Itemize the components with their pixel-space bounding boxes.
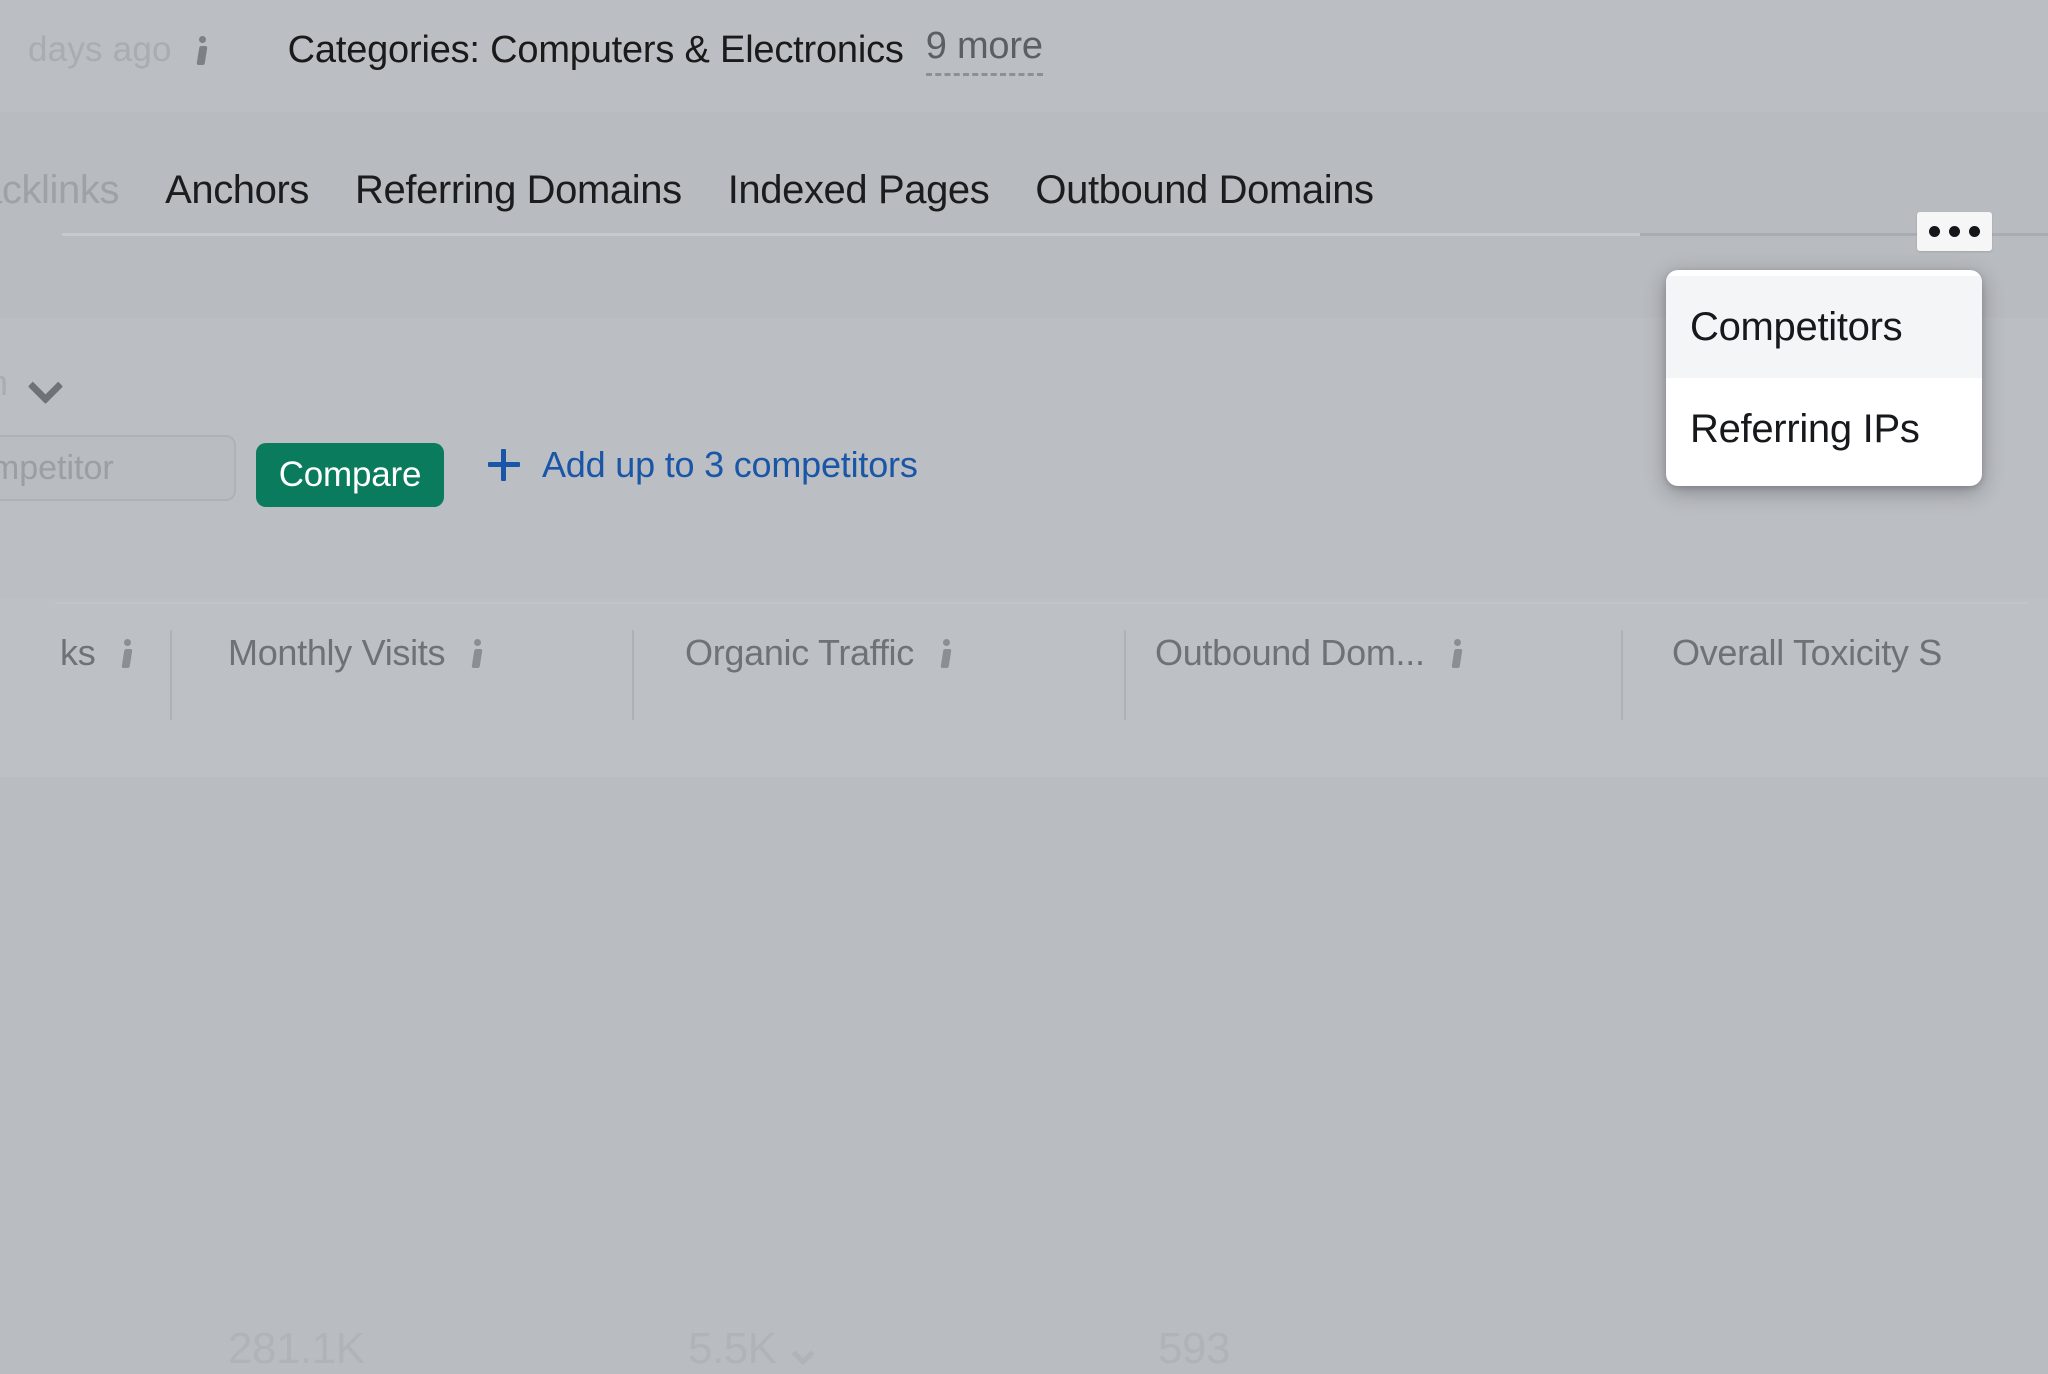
menu-item-referring-ips[interactable]: Referring IPs xyxy=(1666,378,1982,480)
tabs-overflow-menu: Competitors Referring IPs xyxy=(1666,270,1982,486)
page-root: days ago Categories: Computers & Electro… xyxy=(0,0,2048,1373)
column-header-overall-toxicity-label: Overall Toxicity S xyxy=(1672,632,1943,673)
report-tabs: acklinks Anchors Referring Domains Index… xyxy=(0,148,2048,234)
ellipsis-icon-dot-2 xyxy=(1949,226,1960,237)
info-icon[interactable] xyxy=(934,636,960,670)
info-icon[interactable] xyxy=(190,33,216,67)
page-meta-header: days ago Categories: Computers & Electro… xyxy=(0,22,1043,78)
categories-label: Categories: Computers & Electronics xyxy=(287,28,904,71)
tabs-overflow-button[interactable] xyxy=(1917,212,1992,251)
tab-backlinks[interactable]: acklinks xyxy=(0,168,119,215)
add-competitors-link[interactable]: Add up to 3 competitors xyxy=(488,444,918,486)
tab-outbound-domains[interactable]: Outbound Domains xyxy=(1035,168,1374,215)
column-header-backlinks-label: ks xyxy=(60,632,96,673)
column-header-outbound-domains[interactable]: Outbound Dom... xyxy=(1155,598,1471,708)
cell-monthly-visits: 281.1K xyxy=(228,1324,365,1373)
column-header-backlinks[interactable]: ks xyxy=(60,598,141,708)
info-icon[interactable] xyxy=(1445,636,1471,670)
column-header-monthly-visits[interactable]: Monthly Visits xyxy=(228,598,491,708)
last-updated-label: days ago xyxy=(28,30,172,69)
metrics-table-header: ks Monthly Visits Organic Traffic Outbou… xyxy=(0,598,2048,708)
scope-select[interactable]: ain xyxy=(0,362,60,404)
menu-item-competitors-label: Competitors xyxy=(1690,304,1903,349)
tab-indexed-pages[interactable]: Indexed Pages xyxy=(728,168,990,215)
add-competitors-label: Add up to 3 competitors xyxy=(542,444,918,485)
compare-button[interactable]: Compare xyxy=(256,443,444,507)
info-icon[interactable] xyxy=(465,636,491,670)
categories-more-link[interactable]: 9 more xyxy=(925,25,1043,76)
ellipsis-icon-dot-1 xyxy=(1929,226,1940,237)
cell-organic-traffic: 5.5K xyxy=(688,1324,813,1374)
info-icon[interactable] xyxy=(115,636,141,670)
column-header-organic-traffic[interactable]: Organic Traffic xyxy=(685,598,960,708)
menu-item-referring-ips-label: Referring IPs xyxy=(1690,406,1920,451)
metrics-table: ks Monthly Visits Organic Traffic Outbou… xyxy=(0,598,2048,1373)
column-header-overall-toxicity[interactable]: Overall Toxicity S xyxy=(1672,598,1942,708)
caret-down-icon xyxy=(795,1346,813,1357)
cell-outbound-domains: 593 xyxy=(1158,1324,1230,1373)
cell-organic-traffic-value: 5.5K xyxy=(688,1324,777,1373)
ellipsis-icon-dot-3 xyxy=(1969,226,1980,237)
chevron-down-icon xyxy=(30,374,60,392)
tab-anchors[interactable]: Anchors xyxy=(165,168,309,215)
column-header-outbound-domains-label: Outbound Dom... xyxy=(1155,632,1425,673)
scope-select-label: ain xyxy=(0,362,8,404)
menu-item-competitors[interactable]: Competitors xyxy=(1666,276,1982,378)
tab-referring-domains[interactable]: Referring Domains xyxy=(355,168,682,215)
column-header-monthly-visits-label: Monthly Visits xyxy=(228,632,446,673)
competitor-input[interactable]: ompetitor xyxy=(0,435,236,501)
column-header-organic-traffic-label: Organic Traffic xyxy=(685,632,914,673)
plus-icon xyxy=(488,449,520,481)
